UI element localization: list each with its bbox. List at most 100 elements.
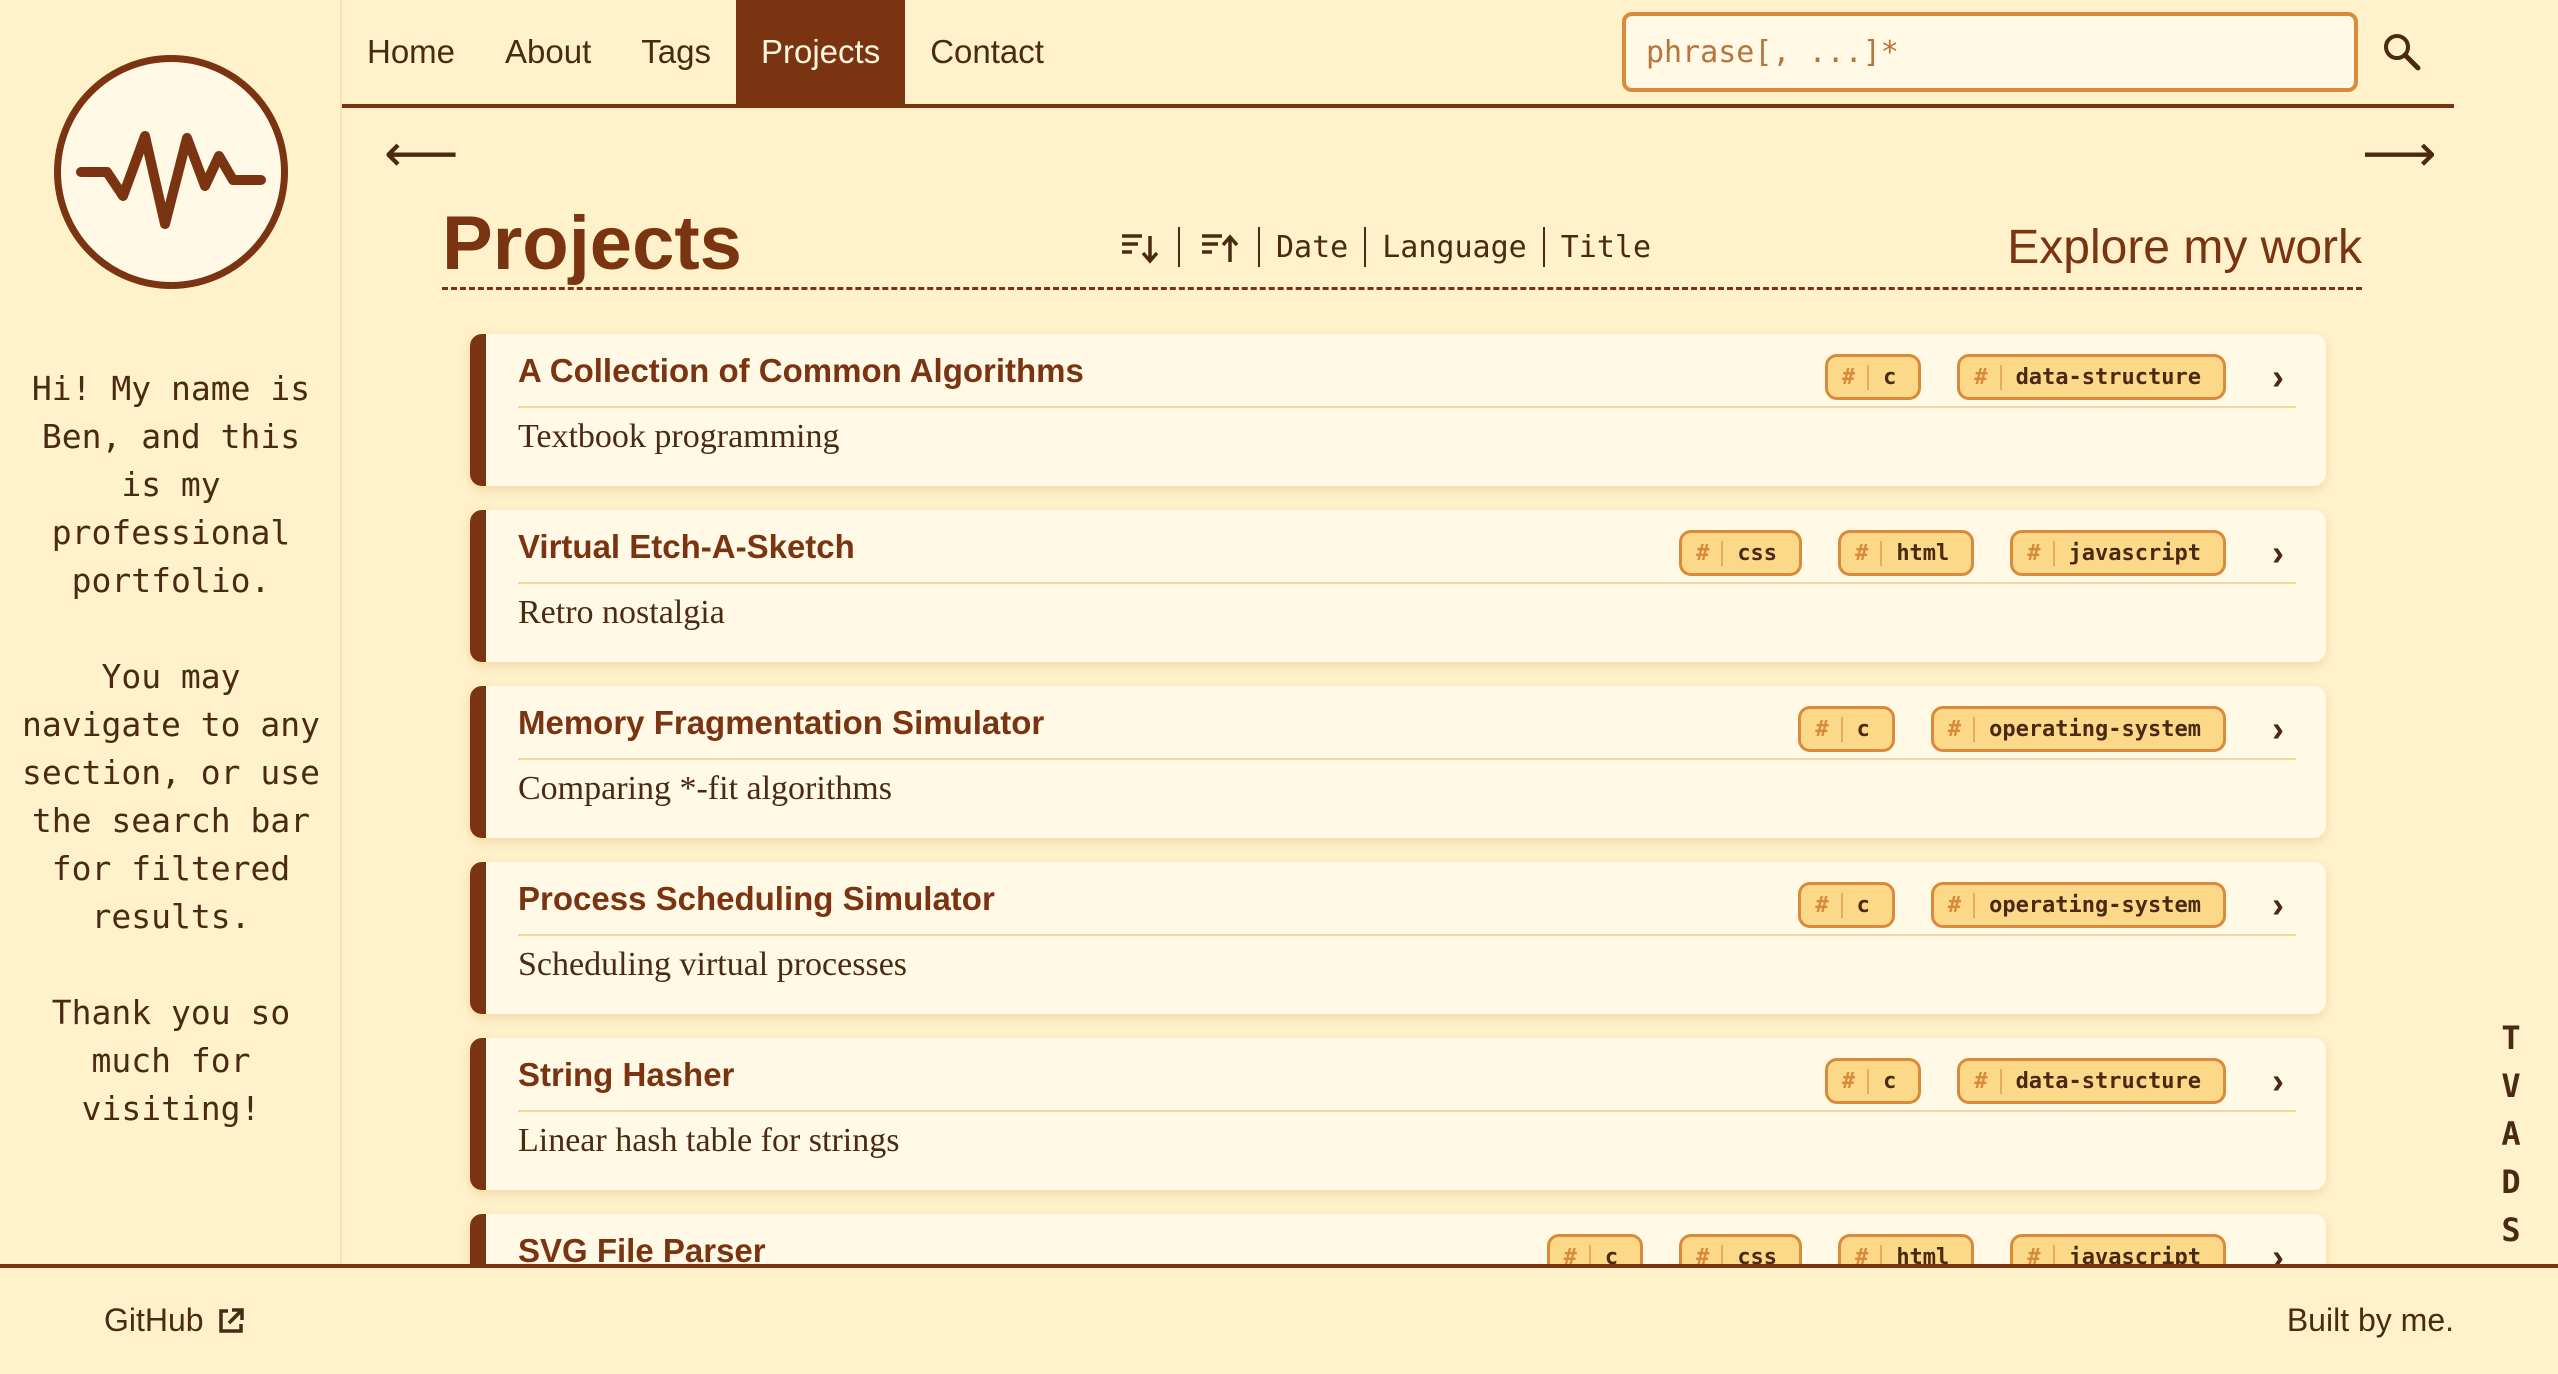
project-tags: # c # operating-system — [1798, 882, 2226, 928]
chevron-right-icon[interactable]: › — [2272, 356, 2284, 398]
github-link[interactable]: GitHub — [104, 1302, 246, 1339]
sort-separator — [1542, 227, 1545, 267]
sort-by-title[interactable]: Title — [1553, 230, 1659, 265]
tag-chip[interactable]: # c — [1546, 1234, 1644, 1265]
project-card[interactable]: String Hasher # c # data-structure › Lin… — [470, 1038, 2326, 1190]
page-header: Projects Date Language Title Explore my … — [442, 198, 2362, 290]
nav-tags[interactable]: Tags — [616, 0, 736, 104]
hash-icon: # — [1696, 1244, 1724, 1264]
tag-label: c — [1856, 892, 1870, 918]
tag-chip[interactable]: # css — [1679, 1234, 1803, 1264]
project-title: SVG File Parser — [518, 1232, 766, 1264]
hash-icon: # — [1948, 716, 1976, 742]
hash-icon: # — [1855, 540, 1883, 566]
nav-home[interactable]: Home — [342, 0, 480, 104]
project-tags: # c # data-structure — [1824, 1058, 2226, 1104]
tag-label: c — [1883, 1068, 1897, 1094]
card-divider — [518, 934, 2296, 936]
intro-text: Hi! My name is Ben, and this is my profe… — [20, 365, 322, 1133]
logo-pulse-icon[interactable] — [54, 55, 288, 289]
project-card[interactable]: Virtual Etch-A-Sketch # css # html # jav… — [470, 510, 2326, 662]
tag-label: css — [1737, 540, 1778, 566]
sidebar: Hi! My name is Ben, and this is my profe… — [0, 0, 342, 1264]
tag-chip[interactable]: # html — [1838, 530, 1975, 576]
tag-chip[interactable]: # operating-system — [1930, 882, 2226, 928]
chevron-right-icon[interactable]: › — [2272, 708, 2284, 750]
tag-label: html — [1896, 1244, 1950, 1265]
hash-icon: # — [1974, 1068, 2002, 1094]
tag-chip[interactable]: # data-structure — [1957, 1058, 2226, 1104]
nav-about[interactable]: About — [480, 0, 616, 104]
intro-paragraph: Thank you so much for visiting! — [51, 993, 291, 1128]
tag-label: html — [1896, 540, 1950, 566]
project-card[interactable]: SVG File Parser # c # css # html # javas… — [470, 1214, 2326, 1264]
nav-contact[interactable]: Contact — [905, 0, 1069, 104]
card-divider — [518, 1110, 2296, 1112]
tag-chip[interactable]: # javascript — [2010, 1234, 2226, 1264]
tag-chip[interactable]: # c — [1824, 354, 1922, 400]
side-letter[interactable]: S — [2496, 1206, 2526, 1254]
tag-chip[interactable]: # operating-system — [1930, 706, 2226, 752]
project-title: A Collection of Common Algorithms — [518, 352, 1084, 389]
chevron-right-icon[interactable]: › — [2272, 1060, 2284, 1102]
tag-chip[interactable]: # javascript — [2010, 530, 2226, 576]
sort-separator — [1178, 227, 1180, 267]
side-letter[interactable]: T — [2496, 1014, 2526, 1062]
hash-icon: # — [1564, 1244, 1591, 1264]
side-letter[interactable]: V — [2496, 1062, 2526, 1110]
chevron-right-icon[interactable]: › — [2272, 1236, 2284, 1264]
hash-icon: # — [1855, 1244, 1883, 1264]
project-title: Memory Fragmentation Simulator — [518, 704, 1045, 741]
project-description: Textbook programming — [518, 418, 840, 455]
project-tags: # c # css # html # javascript — [1546, 1234, 2226, 1265]
project-card[interactable]: Process Scheduling Simulator # c # opera… — [470, 862, 2326, 1014]
tag-label: c — [1856, 716, 1870, 742]
chevron-right-icon[interactable]: › — [2272, 884, 2284, 926]
project-card[interactable]: A Collection of Common Algorithms # c # … — [470, 334, 2326, 486]
project-description: Scheduling virtual processes — [518, 946, 908, 983]
tag-label: c — [1604, 1244, 1619, 1265]
tag-chip[interactable]: # c — [1798, 706, 1895, 752]
footer-credit: Built by me. — [2286, 1302, 2454, 1338]
card-divider — [518, 406, 2296, 408]
page-title: Projects — [442, 201, 742, 286]
sort-by-language[interactable]: Language — [1374, 230, 1535, 265]
next-arrow-icon[interactable]: ⟶ — [2362, 128, 2437, 180]
hash-icon: # — [1974, 364, 2002, 390]
tag-chip[interactable]: # css — [1679, 530, 1803, 576]
nav-projects[interactable]: Projects — [736, 0, 906, 104]
side-letter[interactable]: A — [2496, 1110, 2526, 1158]
sort-by-date[interactable]: Date — [1268, 230, 1356, 265]
hash-icon: # — [1696, 540, 1724, 566]
project-list: A Collection of Common Algorithms # c # … — [470, 334, 2326, 1264]
search-input[interactable] — [1622, 12, 2358, 92]
sort-separator — [1364, 227, 1367, 267]
tag-label: javascript — [2068, 540, 2201, 566]
search-icon[interactable] — [2380, 30, 2424, 74]
github-label: GitHub — [104, 1302, 204, 1338]
sort-descending-icon[interactable] — [1118, 226, 1160, 268]
chevron-right-icon[interactable]: › — [2272, 532, 2284, 574]
pulse-icon — [76, 131, 266, 229]
hash-icon: # — [2027, 1244, 2055, 1264]
project-description: Comparing *-fit algorithms — [518, 770, 892, 807]
project-title: Virtual Etch-A-Sketch — [518, 528, 855, 565]
nav-links: Home About Tags Projects Contact — [342, 0, 1069, 104]
top-nav: Home About Tags Projects Contact — [342, 0, 2454, 108]
hash-icon: # — [2027, 540, 2055, 566]
tag-label: data-structure — [2015, 364, 2201, 390]
tag-chip[interactable]: # data-structure — [1957, 354, 2226, 400]
tag-label: javascript — [2068, 1244, 2201, 1265]
intro-paragraph: You may navigate to any section, or use … — [21, 657, 320, 936]
external-link-icon — [218, 1307, 244, 1333]
prev-arrow-icon[interactable]: ⟵ — [384, 128, 459, 180]
project-card[interactable]: Memory Fragmentation Simulator # c # ope… — [470, 686, 2326, 838]
sort-ascending-icon[interactable] — [1198, 226, 1240, 268]
project-description: Linear hash table for strings — [518, 1122, 900, 1159]
side-letter[interactable]: D — [2496, 1158, 2526, 1206]
tag-chip[interactable]: # c — [1798, 882, 1895, 928]
tag-chip[interactable]: # html — [1838, 1234, 1975, 1265]
tag-chip[interactable]: # c — [1824, 1058, 1922, 1104]
hash-icon: # — [1842, 364, 1870, 390]
project-description: Retro nostalgia — [518, 594, 725, 631]
